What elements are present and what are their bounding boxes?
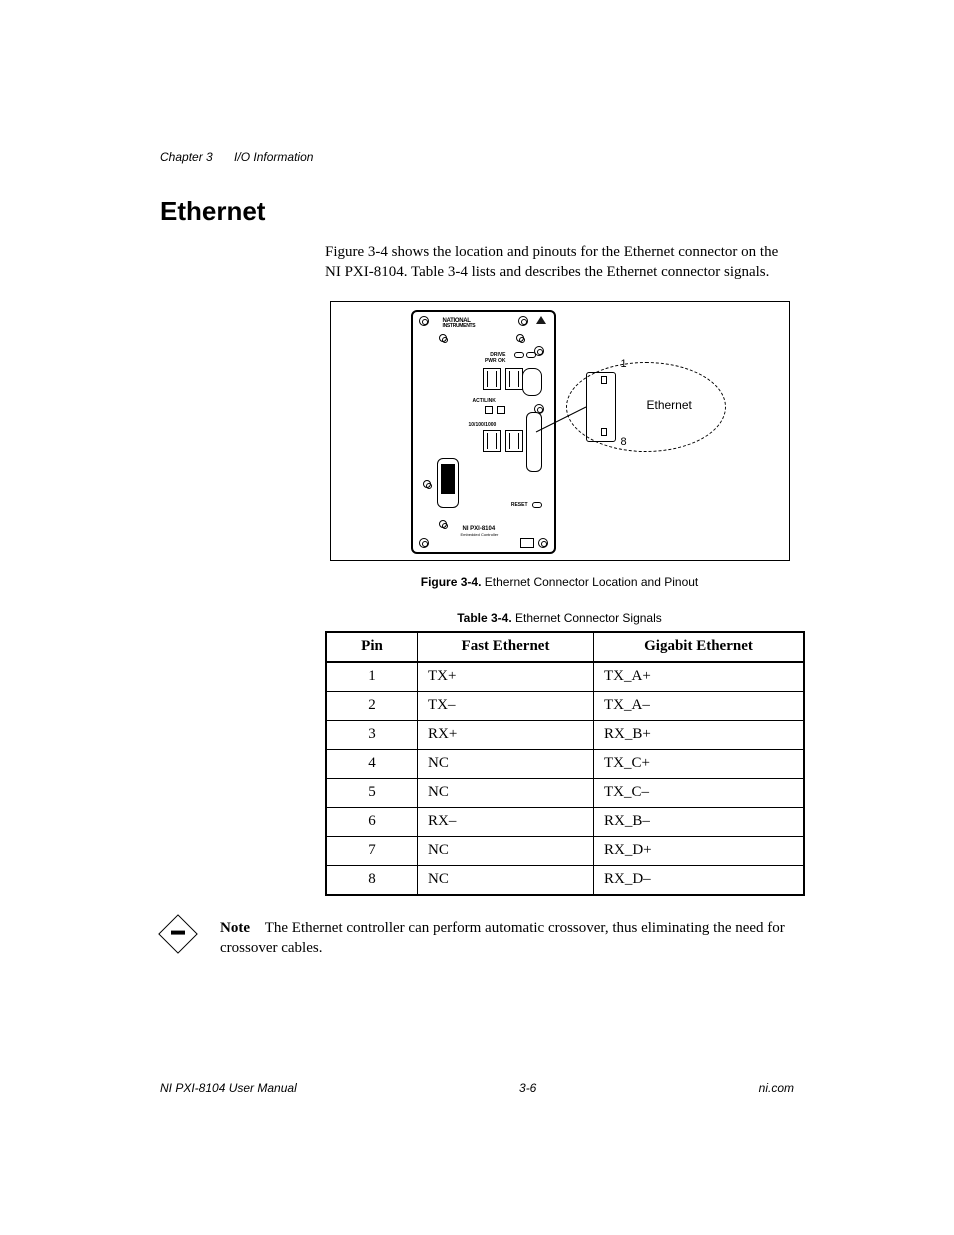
callout-pin-8: 8 — [621, 436, 627, 448]
note-icon-wrap — [160, 918, 220, 948]
table-row: 8 NC RX_D– — [326, 865, 804, 895]
page-footer: NI PXI-8104 User Manual 3-6 ni.com — [160, 1081, 794, 1095]
hw-label: 10/100/1000 — [469, 422, 497, 428]
screw-icon — [516, 334, 524, 342]
ethernet-port-icon — [505, 430, 523, 452]
cell-fast: NC — [418, 778, 594, 807]
cell-fast: NC — [418, 865, 594, 895]
hw-label: ACT/LINK — [473, 398, 496, 404]
figure-caption-rest: Ethernet Connector Location and Pinout — [485, 575, 698, 589]
table-row: 7 NC RX_D+ — [326, 836, 804, 865]
table-row: 6 RX– RX_B– — [326, 807, 804, 836]
cell-fast: TX– — [418, 691, 594, 720]
reset-button-icon — [532, 502, 542, 508]
cell-pin: 1 — [326, 662, 418, 692]
note-body: The Ethernet controller can perform auto… — [220, 920, 785, 956]
serial-port-icon — [522, 368, 542, 396]
model-sublabel: Embedded Controller — [461, 532, 499, 537]
cell-pin: 8 — [326, 865, 418, 895]
table-header-row: Pin Fast Ethernet Gigabit Ethernet — [326, 632, 804, 662]
screw-icon — [518, 316, 528, 326]
footer-right: ni.com — [759, 1081, 794, 1095]
note-block: Note The Ethernet controller can perform… — [160, 918, 794, 959]
cell-gig: TX_C+ — [594, 749, 805, 778]
note-lead: Note — [220, 920, 250, 936]
cell-pin: 6 — [326, 807, 418, 836]
cell-gig: TX_A– — [594, 691, 805, 720]
table-row: 2 TX– TX_A– — [326, 691, 804, 720]
led-icon — [497, 406, 505, 414]
led-icon — [485, 406, 493, 414]
cell-fast: RX+ — [418, 720, 594, 749]
cell-gig: TX_A+ — [594, 662, 805, 692]
col-fast: Fast Ethernet — [418, 632, 594, 662]
chapter-title: I/O Information — [234, 150, 313, 164]
screw-icon — [439, 334, 447, 342]
led-icon — [526, 352, 536, 358]
led-icon — [514, 352, 524, 358]
usb-port-icon — [483, 368, 501, 390]
screw-icon — [419, 316, 429, 326]
col-gig: Gigabit Ethernet — [594, 632, 805, 662]
usb-port-icon — [505, 368, 523, 390]
cell-pin: 3 — [326, 720, 418, 749]
chapter-label: Chapter 3 — [160, 150, 213, 164]
table-row: 3 RX+ RX_B+ — [326, 720, 804, 749]
intro-paragraph: Figure 3-4 shows the location and pinout… — [325, 242, 794, 283]
screw-icon — [538, 538, 548, 548]
ethernet-pin-bottom — [601, 428, 607, 436]
cell-gig: RX_B– — [594, 807, 805, 836]
cell-pin: 2 — [326, 691, 418, 720]
callout-label: Ethernet — [647, 398, 692, 412]
note-text: Note The Ethernet controller can perform… — [220, 918, 794, 959]
cell-fast: RX– — [418, 807, 594, 836]
cell-gig: RX_B+ — [594, 720, 805, 749]
figure-caption-lead: Figure 3-4. — [421, 575, 482, 589]
footer-left: NI PXI-8104 User Manual — [160, 1081, 297, 1095]
cell-pin: 4 — [326, 749, 418, 778]
cell-fast: NC — [418, 836, 594, 865]
pencil-icon — [171, 930, 185, 934]
table-caption-lead: Table 3-4. — [457, 611, 511, 625]
figure-block: NATIONAL INSTRUMENTS DRIVE PWR OK ACT/LI… — [325, 301, 794, 896]
screw-icon — [439, 520, 447, 528]
dvi-port-icon — [441, 464, 455, 494]
signals-table: Pin Fast Ethernet Gigabit Ethernet 1 TX+… — [325, 631, 805, 896]
table-row: 1 TX+ TX_A+ — [326, 662, 804, 692]
cell-gig: TX_C– — [594, 778, 805, 807]
connector-icon — [520, 538, 534, 548]
footer-center: 3-6 — [519, 1081, 536, 1095]
hw-label: PWR OK — [485, 358, 506, 364]
screw-icon — [419, 538, 429, 548]
cell-pin: 5 — [326, 778, 418, 807]
hw-label: RESET — [511, 502, 528, 508]
brand-bottom: INSTRUMENTS — [443, 324, 476, 329]
brand-label: NATIONAL INSTRUMENTS — [443, 318, 476, 329]
ethernet-port-icon — [483, 430, 501, 452]
ethernet-pin-top — [601, 376, 607, 384]
section-heading: Ethernet — [160, 196, 794, 227]
table-caption-rest: Ethernet Connector Signals — [515, 611, 662, 625]
page: Chapter 3 I/O Information Ethernet Figur… — [0, 0, 954, 1235]
triangle-icon — [536, 316, 546, 324]
cell-gig: RX_D+ — [594, 836, 805, 865]
cell-gig: RX_D– — [594, 865, 805, 895]
figure-frame: NATIONAL INSTRUMENTS DRIVE PWR OK ACT/LI… — [330, 301, 790, 561]
table-row: 5 NC TX_C– — [326, 778, 804, 807]
callout-pin-1: 1 — [621, 358, 627, 370]
cell-pin: 7 — [326, 836, 418, 865]
cell-fast: TX+ — [418, 662, 594, 692]
cell-fast: NC — [418, 749, 594, 778]
table-caption: Table 3-4. Ethernet Connector Signals — [325, 611, 794, 625]
table-row: 4 NC TX_C+ — [326, 749, 804, 778]
device-faceplate: NATIONAL INSTRUMENTS DRIVE PWR OK ACT/LI… — [411, 310, 556, 554]
col-pin: Pin — [326, 632, 418, 662]
running-header: Chapter 3 I/O Information — [160, 150, 794, 164]
figure-caption: Figure 3-4. Ethernet Connector Location … — [325, 575, 794, 589]
note-icon — [158, 914, 198, 954]
screw-icon — [423, 480, 431, 488]
leader-line — [536, 407, 591, 437]
